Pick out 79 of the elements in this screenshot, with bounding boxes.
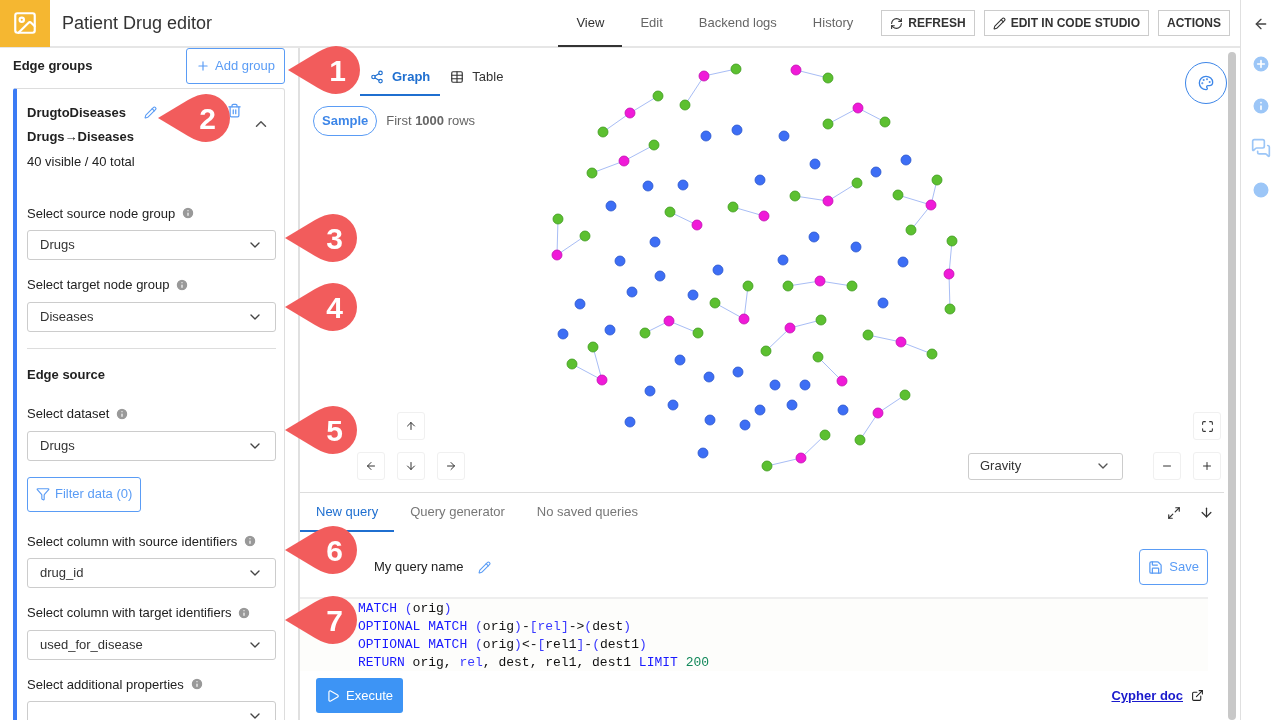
pan-up-button[interactable] — [397, 412, 425, 440]
dropdown[interactable]: used_for_disease — [27, 629, 276, 660]
expand-icon[interactable] — [1167, 505, 1181, 520]
callout-marker: 7 — [285, 596, 357, 644]
table-icon — [450, 70, 465, 84]
fullscreen-icon — [1200, 419, 1214, 433]
query-tab[interactable]: No saved queries — [520, 493, 654, 532]
query-name: My query name — [374, 558, 464, 577]
chat-icon[interactable] — [1250, 138, 1271, 158]
pencil-icon[interactable] — [477, 560, 491, 574]
code-line: OPTIONAL MATCH (orig)<-[rel1]-(dest1) — [358, 636, 647, 654]
dropdown[interactable]: Diseases — [27, 301, 276, 332]
callout-marker: 1 — [288, 46, 360, 94]
code-line: RETURN orig, rel, dest, rel1, dest1 LIMIT 200 — [358, 654, 710, 672]
info-icon[interactable] — [1250, 96, 1271, 116]
group-count: 40 visible / 40 total — [27, 153, 136, 171]
info-icon — [189, 677, 204, 692]
app-title: Patient Drug editor — [62, 11, 213, 35]
external-link-icon — [1191, 689, 1204, 702]
info-icon — [243, 534, 258, 549]
pencil-icon[interactable] — [144, 106, 157, 120]
zoom-in-button[interactable] — [1193, 452, 1221, 480]
info-icon — [181, 206, 196, 221]
info-icon — [237, 605, 252, 620]
field-label: Select additional properties — [27, 675, 184, 694]
pencil-icon — [992, 16, 1006, 30]
dropdown[interactable]: drug_id — [27, 558, 276, 588]
save-icon — [1148, 559, 1164, 575]
callout-marker: 3 — [285, 214, 357, 262]
callout-marker: 2 — [158, 94, 230, 142]
callout-marker: 5 — [285, 406, 357, 454]
nav-tab[interactable]: Edit — [622, 1, 681, 47]
graph-icon — [370, 70, 384, 84]
nav-tab[interactable]: View — [558, 1, 623, 47]
field-label: Select column with source identifiers — [27, 532, 238, 551]
filter-icon — [36, 487, 50, 501]
code-line: MATCH (orig) — [358, 600, 452, 618]
query-tab[interactable]: Query generator — [394, 493, 521, 532]
pan-right-button[interactable] — [437, 452, 465, 480]
cypher-doc-link[interactable]: Cypher doc — [1111, 685, 1183, 706]
field-label: Select column with target identifiers — [27, 604, 232, 622]
code-line: OPTIONAL MATCH (orig)-[rel]->(dest) — [358, 618, 632, 636]
field-label: Select dataset — [27, 405, 110, 423]
group-name: DrugtoDiseases — [27, 104, 126, 122]
pan-left-button[interactable] — [357, 452, 385, 480]
sample-note: First 1000 rows — [386, 112, 476, 131]
arrow-down-icon[interactable] — [1199, 505, 1214, 520]
plus-icon — [196, 59, 210, 73]
arrow-left-icon — [365, 460, 377, 472]
nav-tab[interactable]: Backend logs — [680, 1, 795, 47]
arrow-down-icon — [405, 460, 417, 472]
header-button[interactable]: EDIT IN CODE STUDIO — [983, 10, 1149, 36]
content-mode-tab[interactable]: Table — [440, 60, 514, 96]
header-button[interactable]: ACTIONS — [1158, 10, 1230, 36]
section-title: Edge source — [27, 365, 107, 384]
dropdown[interactable]: Drugs — [27, 430, 276, 461]
dropdown[interactable]: Drugs — [27, 230, 276, 260]
add-icon[interactable] — [1250, 54, 1271, 74]
callout-marker: 6 — [285, 526, 357, 574]
pan-down-button[interactable] — [397, 452, 425, 480]
callout-marker: 4 — [285, 283, 357, 331]
plus-icon — [1201, 460, 1213, 472]
fullscreen-button[interactable] — [1193, 412, 1221, 440]
panel-title: Edge groups — [13, 57, 93, 76]
palette-icon — [1198, 75, 1214, 91]
group-relation: Drugs→Diseases — [27, 127, 135, 146]
info-icon — [175, 277, 190, 292]
header-button[interactable]: REFRESH — [881, 10, 975, 36]
info-icon — [115, 406, 130, 421]
image-icon — [12, 10, 38, 36]
field-label: Select source node group — [27, 204, 176, 223]
arrow-right-icon — [445, 460, 457, 472]
play-icon — [326, 688, 340, 703]
field-label: Select target node group — [27, 276, 170, 294]
trash-icon[interactable] — [227, 103, 242, 118]
arrow-up-icon — [405, 420, 417, 432]
refresh-icon — [890, 16, 904, 30]
nav-tab[interactable]: History — [794, 1, 872, 47]
layout-dropdown[interactable]: Gravity — [968, 452, 1123, 480]
